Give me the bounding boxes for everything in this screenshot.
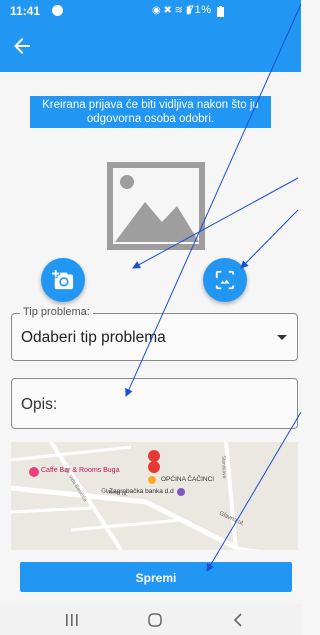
description-placeholder: Opis:	[21, 396, 58, 413]
problem-type-select[interactable]: Tip problema: Odaberi tip problema	[11, 306, 298, 361]
photo-gallery-icon	[215, 270, 235, 290]
add-photo-button[interactable]	[41, 258, 85, 302]
arrow-left-icon[interactable]	[10, 34, 34, 58]
info-line-2: odgovorna osoba odobri.	[86, 113, 215, 125]
app-bar	[0, 22, 301, 72]
map-poi-municipality: OPĆINA ČAČINCI	[161, 476, 215, 483]
map-canvas	[11, 442, 298, 550]
pick-image-button[interactable]	[203, 258, 247, 302]
annotation-arrow	[240, 209, 299, 269]
save-button[interactable]: Spremi	[20, 562, 292, 592]
home-icon[interactable]	[148, 613, 162, 627]
status-bar: 11:41 ◉ ✖ ≋ ▮ 71%	[0, 0, 301, 22]
problem-type-label: Tip problema:	[20, 306, 93, 318]
notification-icon	[52, 5, 63, 16]
image-placeholder-icon	[107, 162, 205, 250]
location-map[interactable]: Caffe Bar & Rooms Buga Glavna ul. OPĆINA…	[11, 442, 298, 550]
map-street-4: Stanislava	[220, 455, 227, 479]
info-line-1: Kreirana prijava će biti vidljiva nakon …	[42, 99, 259, 111]
map-poi-bank: Zagrebačka banka d.d	[109, 488, 174, 495]
problem-type-value: Odaberi tip problema	[21, 329, 166, 346]
info-banner: Kreirana prijava će biti vidljiva nakon …	[30, 96, 271, 128]
status-time: 11:41	[10, 4, 41, 18]
system-nav-bar	[0, 604, 301, 635]
recent-apps-icon[interactable]	[65, 614, 79, 626]
status-battery: 71%	[188, 4, 212, 16]
description-input[interactable]: Opis:	[11, 378, 298, 429]
map-poi-cafe: Caffe Bar & Rooms Buga	[41, 467, 120, 474]
chevron-down-icon	[277, 335, 287, 340]
back-icon[interactable]	[233, 613, 243, 627]
signal-icons: ◉ ✖ ≋ ▮	[152, 5, 192, 16]
add-camera-icon	[52, 269, 74, 290]
battery-icon	[217, 6, 224, 17]
